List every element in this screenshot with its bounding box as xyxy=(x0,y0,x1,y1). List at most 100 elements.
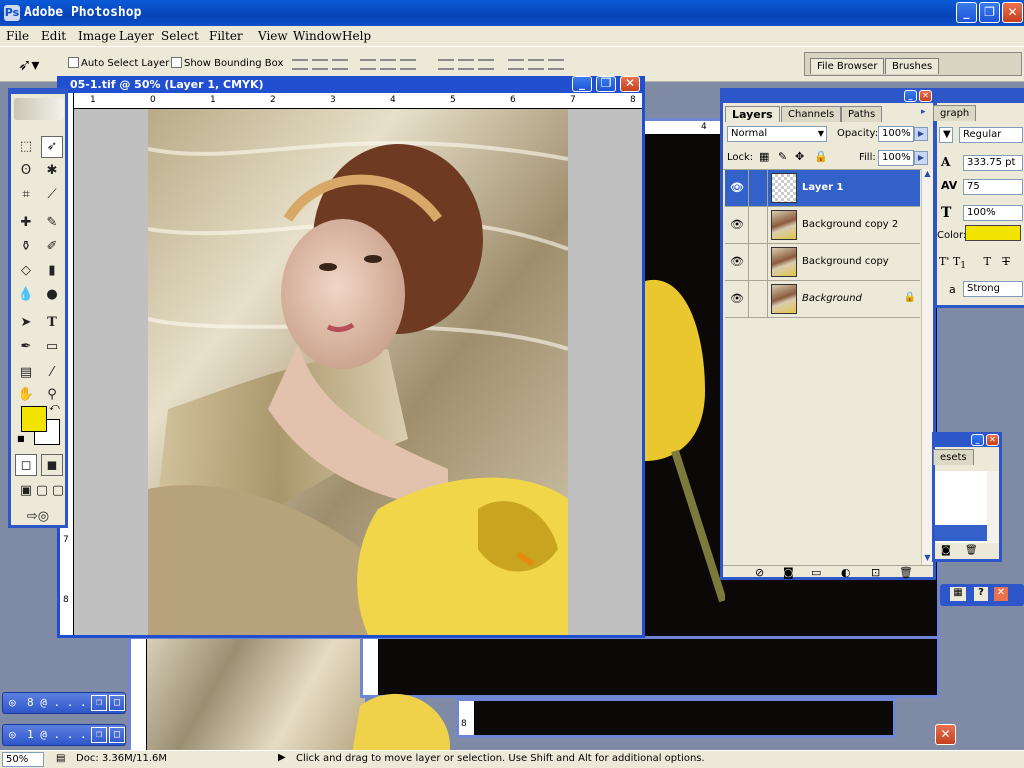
mini-close-icon[interactable]: ✕ xyxy=(994,587,1008,601)
status-menu-arrow-icon[interactable]: ▶ xyxy=(278,752,286,763)
maximize-icon[interactable]: □ xyxy=(109,727,125,743)
minimized-window-2[interactable]: ◎ 1 @ . . . ❐ □ xyxy=(2,724,126,746)
lasso-icon[interactable]: ʘ xyxy=(15,160,37,182)
new-preset-icon[interactable]: ◙ xyxy=(941,545,951,556)
close-button[interactable]: ✕ xyxy=(1002,2,1023,23)
lock-position-icon[interactable]: ✥ xyxy=(795,150,804,163)
lock-image-icon[interactable]: ✎ xyxy=(778,150,787,163)
magic-wand-icon[interactable]: ✱ xyxy=(41,160,63,182)
layer-row[interactable]: 👁 Background copy 2 xyxy=(725,207,920,244)
pen-icon[interactable]: ✒ xyxy=(15,336,37,358)
visibility-eye-icon[interactable]: 👁 xyxy=(727,281,747,317)
layer-brush-icon[interactable] xyxy=(748,170,768,206)
align-left-icon[interactable] xyxy=(360,59,376,70)
distribute-top-icon[interactable] xyxy=(438,59,454,70)
notes-icon[interactable]: ▤ xyxy=(15,362,37,384)
menu-view[interactable]: View xyxy=(258,29,288,43)
scale-input[interactable]: 100% xyxy=(963,205,1023,221)
menu-help[interactable]: Help xyxy=(342,29,371,43)
align-hcenter-icon[interactable] xyxy=(380,59,396,70)
screen-mode-full-icon[interactable]: ▢ xyxy=(47,480,69,502)
distribute-left-icon[interactable] xyxy=(508,59,524,70)
layer-row[interactable]: 👁 Layer 1 xyxy=(725,170,920,207)
distribute-hcenter-icon[interactable] xyxy=(528,59,544,70)
jump-to-imageready-icon[interactable]: ⇨◎ xyxy=(15,506,61,528)
distribute-bottom-icon[interactable] xyxy=(478,59,494,70)
blend-mode-select[interactable]: Normal ▼ xyxy=(727,126,827,142)
font-size-input[interactable]: 333.75 pt xyxy=(963,155,1023,171)
marquee-icon[interactable]: ⬚ xyxy=(15,136,37,158)
all-caps-icon[interactable]: T' xyxy=(939,255,949,268)
panel-close-button[interactable]: ✕ xyxy=(919,90,932,102)
align-bottom-icon[interactable] xyxy=(332,59,348,70)
layer-link-slot[interactable] xyxy=(748,281,768,317)
adjustment-layer-icon[interactable]: ◐ xyxy=(841,566,851,579)
presets-selected-item[interactable] xyxy=(935,525,987,541)
align-right-icon[interactable] xyxy=(400,59,416,70)
show-bounding-box-checkbox[interactable]: Show Bounding Box xyxy=(171,57,283,71)
menu-edit[interactable]: Edit xyxy=(41,29,66,43)
new-layer-icon[interactable]: ⊡ xyxy=(871,566,880,579)
layer-row[interactable]: 👁 Background copy xyxy=(725,244,920,281)
auto-select-layer-checkbox[interactable]: Auto Select Layer xyxy=(68,57,169,71)
main-document-window[interactable]: 05-1.tif @ 50% (Layer 1, CMYK) _ ❐ ✕ 1 0… xyxy=(57,76,645,638)
document-title-bar[interactable]: 05-1.tif @ 50% (Layer 1, CMYK) xyxy=(60,79,642,93)
font-style-select[interactable]: Regular xyxy=(959,127,1023,143)
text-color-swatch[interactable] xyxy=(965,225,1021,241)
menu-select[interactable]: Select xyxy=(161,29,199,43)
delete-preset-icon[interactable]: 🗑 xyxy=(965,545,978,556)
healing-icon[interactable]: ✚ xyxy=(15,212,37,234)
align-top-icon[interactable] xyxy=(292,59,308,70)
trash-icon[interactable]: 🗑 xyxy=(899,566,913,579)
swap-colors-icon[interactable]: ⤺ xyxy=(49,402,60,413)
move-tool-preset-icon[interactable]: ➶▾ xyxy=(18,55,39,74)
gradient-icon[interactable]: ▮ xyxy=(41,260,63,282)
tab-channels[interactable]: Channels xyxy=(781,106,842,122)
background-doc-close-button[interactable]: ✕ xyxy=(935,724,956,745)
hand-icon[interactable]: ✋ xyxy=(15,384,37,406)
brush-icon[interactable]: ✎ xyxy=(41,212,63,234)
slice-icon[interactable]: ⟋ xyxy=(41,184,63,206)
restore-icon[interactable]: ❐ xyxy=(91,695,107,711)
stamp-icon[interactable]: ⚱ xyxy=(15,236,37,258)
panel-minimize-button[interactable]: _ xyxy=(904,90,917,102)
distribute-right-icon[interactable] xyxy=(548,59,564,70)
menu-image[interactable]: Image xyxy=(78,29,116,43)
checkbox-box[interactable] xyxy=(68,57,79,68)
eraser-icon[interactable]: ◇ xyxy=(15,260,37,282)
checkbox-box[interactable] xyxy=(171,57,182,68)
tab-paths[interactable]: Paths xyxy=(841,106,883,122)
menu-file[interactable]: File xyxy=(6,29,29,43)
blur-icon[interactable]: 💧 xyxy=(15,284,37,306)
keyboard-icon[interactable]: ▦ xyxy=(950,587,966,601)
font-family-dropdown-button[interactable]: ▼ xyxy=(939,127,953,143)
adobe-feather-icon[interactable] xyxy=(14,98,64,120)
tab-tool-presets[interactable]: esets xyxy=(933,449,974,465)
layer-link-slot[interactable] xyxy=(748,207,768,243)
zoom-level-input[interactable]: 50% xyxy=(2,752,44,767)
type-icon[interactable]: T xyxy=(41,312,63,334)
file-browser-tab[interactable]: File Browser xyxy=(810,58,885,74)
visibility-eye-icon[interactable]: 👁 xyxy=(727,170,747,206)
lock-transparency-icon[interactable]: ▦ xyxy=(759,150,769,163)
standard-mode-icon[interactable]: ◻ xyxy=(15,454,37,476)
opacity-input[interactable]: 100% xyxy=(878,126,914,142)
doc-maximize-button[interactable]: ❐ xyxy=(596,76,616,92)
layer-style-icon[interactable]: ⊘ xyxy=(755,566,764,579)
help-icon[interactable]: ? xyxy=(974,587,988,601)
path-select-icon[interactable]: ➤ xyxy=(15,312,37,334)
shape-icon[interactable]: ▭ xyxy=(41,336,63,358)
presets-scrollbar[interactable] xyxy=(987,471,999,543)
fill-slider-button[interactable]: ▶ xyxy=(914,151,928,165)
tab-layers[interactable]: Layers xyxy=(725,106,780,122)
antialias-select[interactable]: Strong xyxy=(963,281,1023,297)
visibility-eye-icon[interactable]: 👁 xyxy=(727,207,747,243)
layer-link-slot[interactable] xyxy=(748,244,768,280)
tracking-input[interactable]: 75 xyxy=(963,179,1023,195)
scroll-up-icon[interactable]: ▲ xyxy=(922,169,933,181)
new-set-icon[interactable]: ▭ xyxy=(811,566,821,579)
character-panel-title-bar[interactable] xyxy=(937,91,1024,103)
align-vcenter-icon[interactable] xyxy=(312,59,328,70)
eyedropper-icon[interactable]: ⁄ xyxy=(41,362,63,384)
default-colors-icon[interactable]: ■ xyxy=(17,434,25,443)
